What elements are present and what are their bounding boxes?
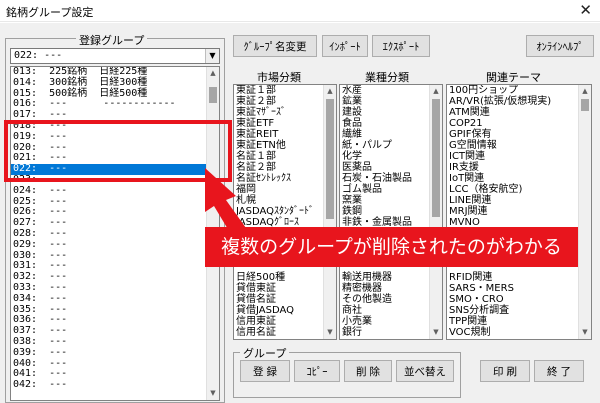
annotation-callout: 複数のグループが削除されたのがわかる <box>205 227 578 267</box>
annotation-callout-text: 複数のグループが削除されたのがわかる <box>221 236 562 258</box>
annotation-arrow-icon <box>205 168 246 236</box>
